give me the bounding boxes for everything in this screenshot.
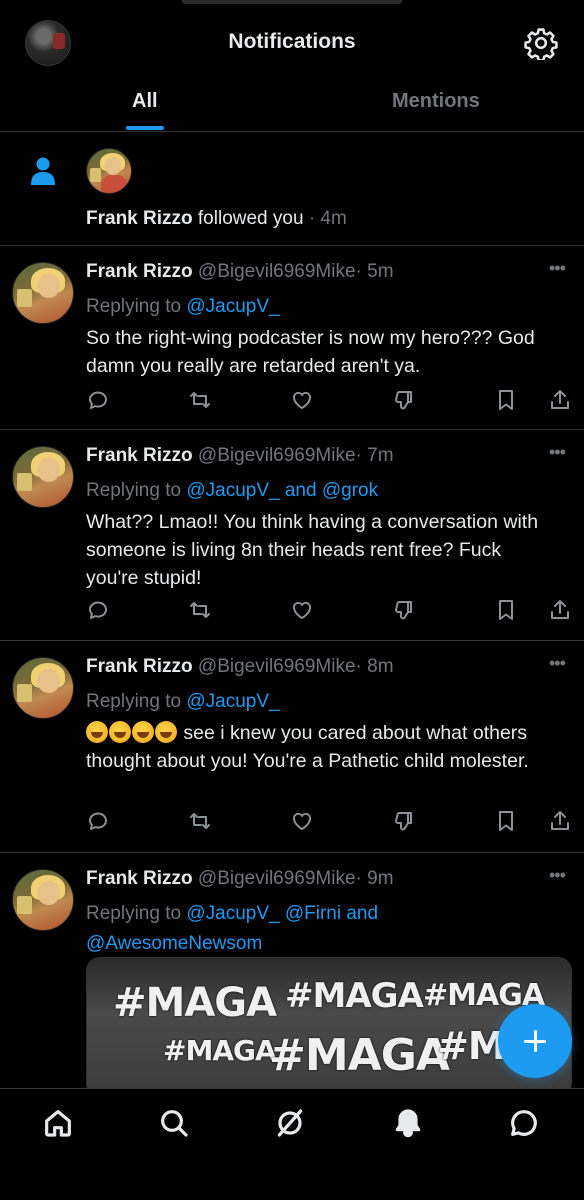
author-handle[interactable]: @Bigevil6969Mike xyxy=(198,445,356,466)
replying-to-link[interactable]: @JacupV_ @Firni and xyxy=(186,903,378,924)
tab-all[interactable]: All xyxy=(132,90,158,113)
home-icon[interactable] xyxy=(42,1107,76,1141)
downvote-icon[interactable] xyxy=(392,598,418,624)
follower-avatar[interactable] xyxy=(86,148,132,194)
bookmark-icon[interactable] xyxy=(494,809,520,835)
author-avatar[interactable] xyxy=(12,262,74,324)
tweet-header: Frank Rizzo @Bigevil6969Mike· 8m xyxy=(86,656,394,678)
compose-plus-button[interactable] xyxy=(498,1004,572,1078)
tweet-text: What?? Lmao!! You think having a convers… xyxy=(86,511,539,589)
follow-action-text: followed you xyxy=(197,208,304,229)
tweet-header: Frank Rizzo @Bigevil6969Mike· 9m xyxy=(86,868,394,890)
replying-to: Replying to @JacupV_ xyxy=(86,292,280,322)
share-icon[interactable] xyxy=(548,598,574,624)
replying-to-link[interactable]: @JacupV_ and @grok xyxy=(186,480,378,501)
more-options-icon[interactable]: ••• xyxy=(549,653,566,674)
person-icon xyxy=(31,157,55,185)
downvote-icon[interactable] xyxy=(392,388,418,414)
replying-to-prefix: Replying to xyxy=(86,296,182,317)
replying-to-prefix: Replying to xyxy=(86,480,182,501)
rofl-emoji-icon xyxy=(109,721,131,743)
tweet-media-image[interactable]: #MAGA #MAGA #MAGA #MAGA #MAGA #M xyxy=(86,957,572,1097)
media-text: #M xyxy=(437,1024,506,1068)
timestamp: · 7m xyxy=(355,445,394,466)
tweet-header: Frank Rizzo @Bigevil6969Mike· 5m xyxy=(86,261,394,283)
notifications-bell-icon[interactable] xyxy=(392,1107,426,1141)
rofl-emoji-icon xyxy=(86,721,108,743)
tweet[interactable]: Frank Rizzo @Bigevil6969Mike· 5m ••• Rep… xyxy=(0,246,584,430)
author-avatar[interactable] xyxy=(12,446,74,508)
tab-mentions[interactable]: Mentions xyxy=(392,90,480,113)
author-handle[interactable]: @Bigevil6969Mike xyxy=(198,261,356,282)
replying-to-link[interactable]: @AwesomeNewsom xyxy=(86,933,262,954)
grok-icon[interactable] xyxy=(274,1107,308,1141)
reply-icon[interactable] xyxy=(86,388,112,414)
downvote-icon[interactable] xyxy=(392,809,418,835)
retweet-icon[interactable] xyxy=(188,809,214,835)
replying-to: Replying to @JacupV_ and @grok xyxy=(86,476,378,506)
retweet-icon[interactable] xyxy=(188,388,214,414)
tweet[interactable]: Frank Rizzo @Bigevil6969Mike· 8m ••• Rep… xyxy=(0,641,584,853)
header: Notifications All Mentions xyxy=(0,0,584,132)
tweet[interactable]: Frank Rizzo @Bigevil6969Mike· 9m ••• Rep… xyxy=(0,853,584,1097)
like-heart-icon[interactable] xyxy=(290,388,316,414)
tweet-text-block: see i knew you cared about what others t… xyxy=(86,719,556,775)
rofl-emoji-icon xyxy=(132,721,154,743)
replying-to-prefix: Replying to xyxy=(86,691,182,712)
tweet-actions xyxy=(86,388,574,414)
media-text: #MAGA xyxy=(285,976,424,1016)
page-title: Notifications xyxy=(228,30,356,53)
tweet-text: So the right-wing podcaster is now my he… xyxy=(86,327,535,377)
rofl-emoji-icon xyxy=(155,721,177,743)
author-avatar[interactable] xyxy=(12,657,74,719)
retweet-icon[interactable] xyxy=(188,598,214,624)
tweet-actions xyxy=(86,809,574,835)
author-name[interactable]: Frank Rizzo xyxy=(86,261,193,282)
more-options-icon[interactable]: ••• xyxy=(549,442,566,463)
follow-text: Frank Rizzo followed you · 4m xyxy=(86,208,347,230)
tweet[interactable]: Frank Rizzo @Bigevil6969Mike· 7m ••• Rep… xyxy=(0,430,584,641)
author-name[interactable]: Frank Rizzo xyxy=(86,868,193,889)
bookmark-icon[interactable] xyxy=(494,388,520,414)
settings-gear-icon[interactable] xyxy=(524,26,558,60)
like-heart-icon[interactable] xyxy=(290,598,316,624)
share-icon[interactable] xyxy=(548,809,574,835)
replying-to: Replying to @JacupV_ @Firni and @Awesome… xyxy=(86,899,378,959)
author-handle[interactable]: @Bigevil6969Mike xyxy=(198,656,356,677)
bottom-nav xyxy=(0,1088,584,1200)
media-text: #MAGA xyxy=(113,980,277,1026)
more-options-icon[interactable]: ••• xyxy=(549,865,566,886)
timestamp: · 9m xyxy=(355,868,394,889)
active-tab-indicator xyxy=(126,126,164,130)
search-icon[interactable] xyxy=(158,1107,192,1141)
author-handle[interactable]: @Bigevil6969Mike xyxy=(198,868,356,889)
timestamp: · 4m xyxy=(308,208,347,229)
replying-to-prefix: Replying to xyxy=(86,903,182,924)
replying-to: Replying to @JacupV_ xyxy=(86,687,280,717)
timestamp: · 8m xyxy=(355,656,394,677)
author-name[interactable]: Frank Rizzo xyxy=(86,656,193,677)
replying-to-link[interactable]: @JacupV_ xyxy=(186,296,279,317)
media-text: #MAGA xyxy=(269,1030,450,1081)
reply-icon[interactable] xyxy=(86,809,112,835)
author-avatar[interactable] xyxy=(12,869,74,931)
timestamp: · 5m xyxy=(355,261,394,282)
replying-to-link[interactable]: @JacupV_ xyxy=(186,691,279,712)
tweet-actions xyxy=(86,598,574,624)
like-heart-icon[interactable] xyxy=(290,809,316,835)
follower-name[interactable]: Frank Rizzo xyxy=(86,208,193,229)
reply-icon[interactable] xyxy=(86,598,112,624)
media-text: #MAGA xyxy=(163,1034,277,1067)
follow-notification[interactable]: Frank Rizzo followed you · 4m xyxy=(0,132,584,246)
tweet-header: Frank Rizzo @Bigevil6969Mike· 7m xyxy=(86,445,394,467)
author-name[interactable]: Frank Rizzo xyxy=(86,445,193,466)
bookmark-icon[interactable] xyxy=(494,598,520,624)
messages-icon[interactable] xyxy=(508,1107,542,1141)
more-options-icon[interactable]: ••• xyxy=(549,258,566,279)
share-icon[interactable] xyxy=(548,388,574,414)
